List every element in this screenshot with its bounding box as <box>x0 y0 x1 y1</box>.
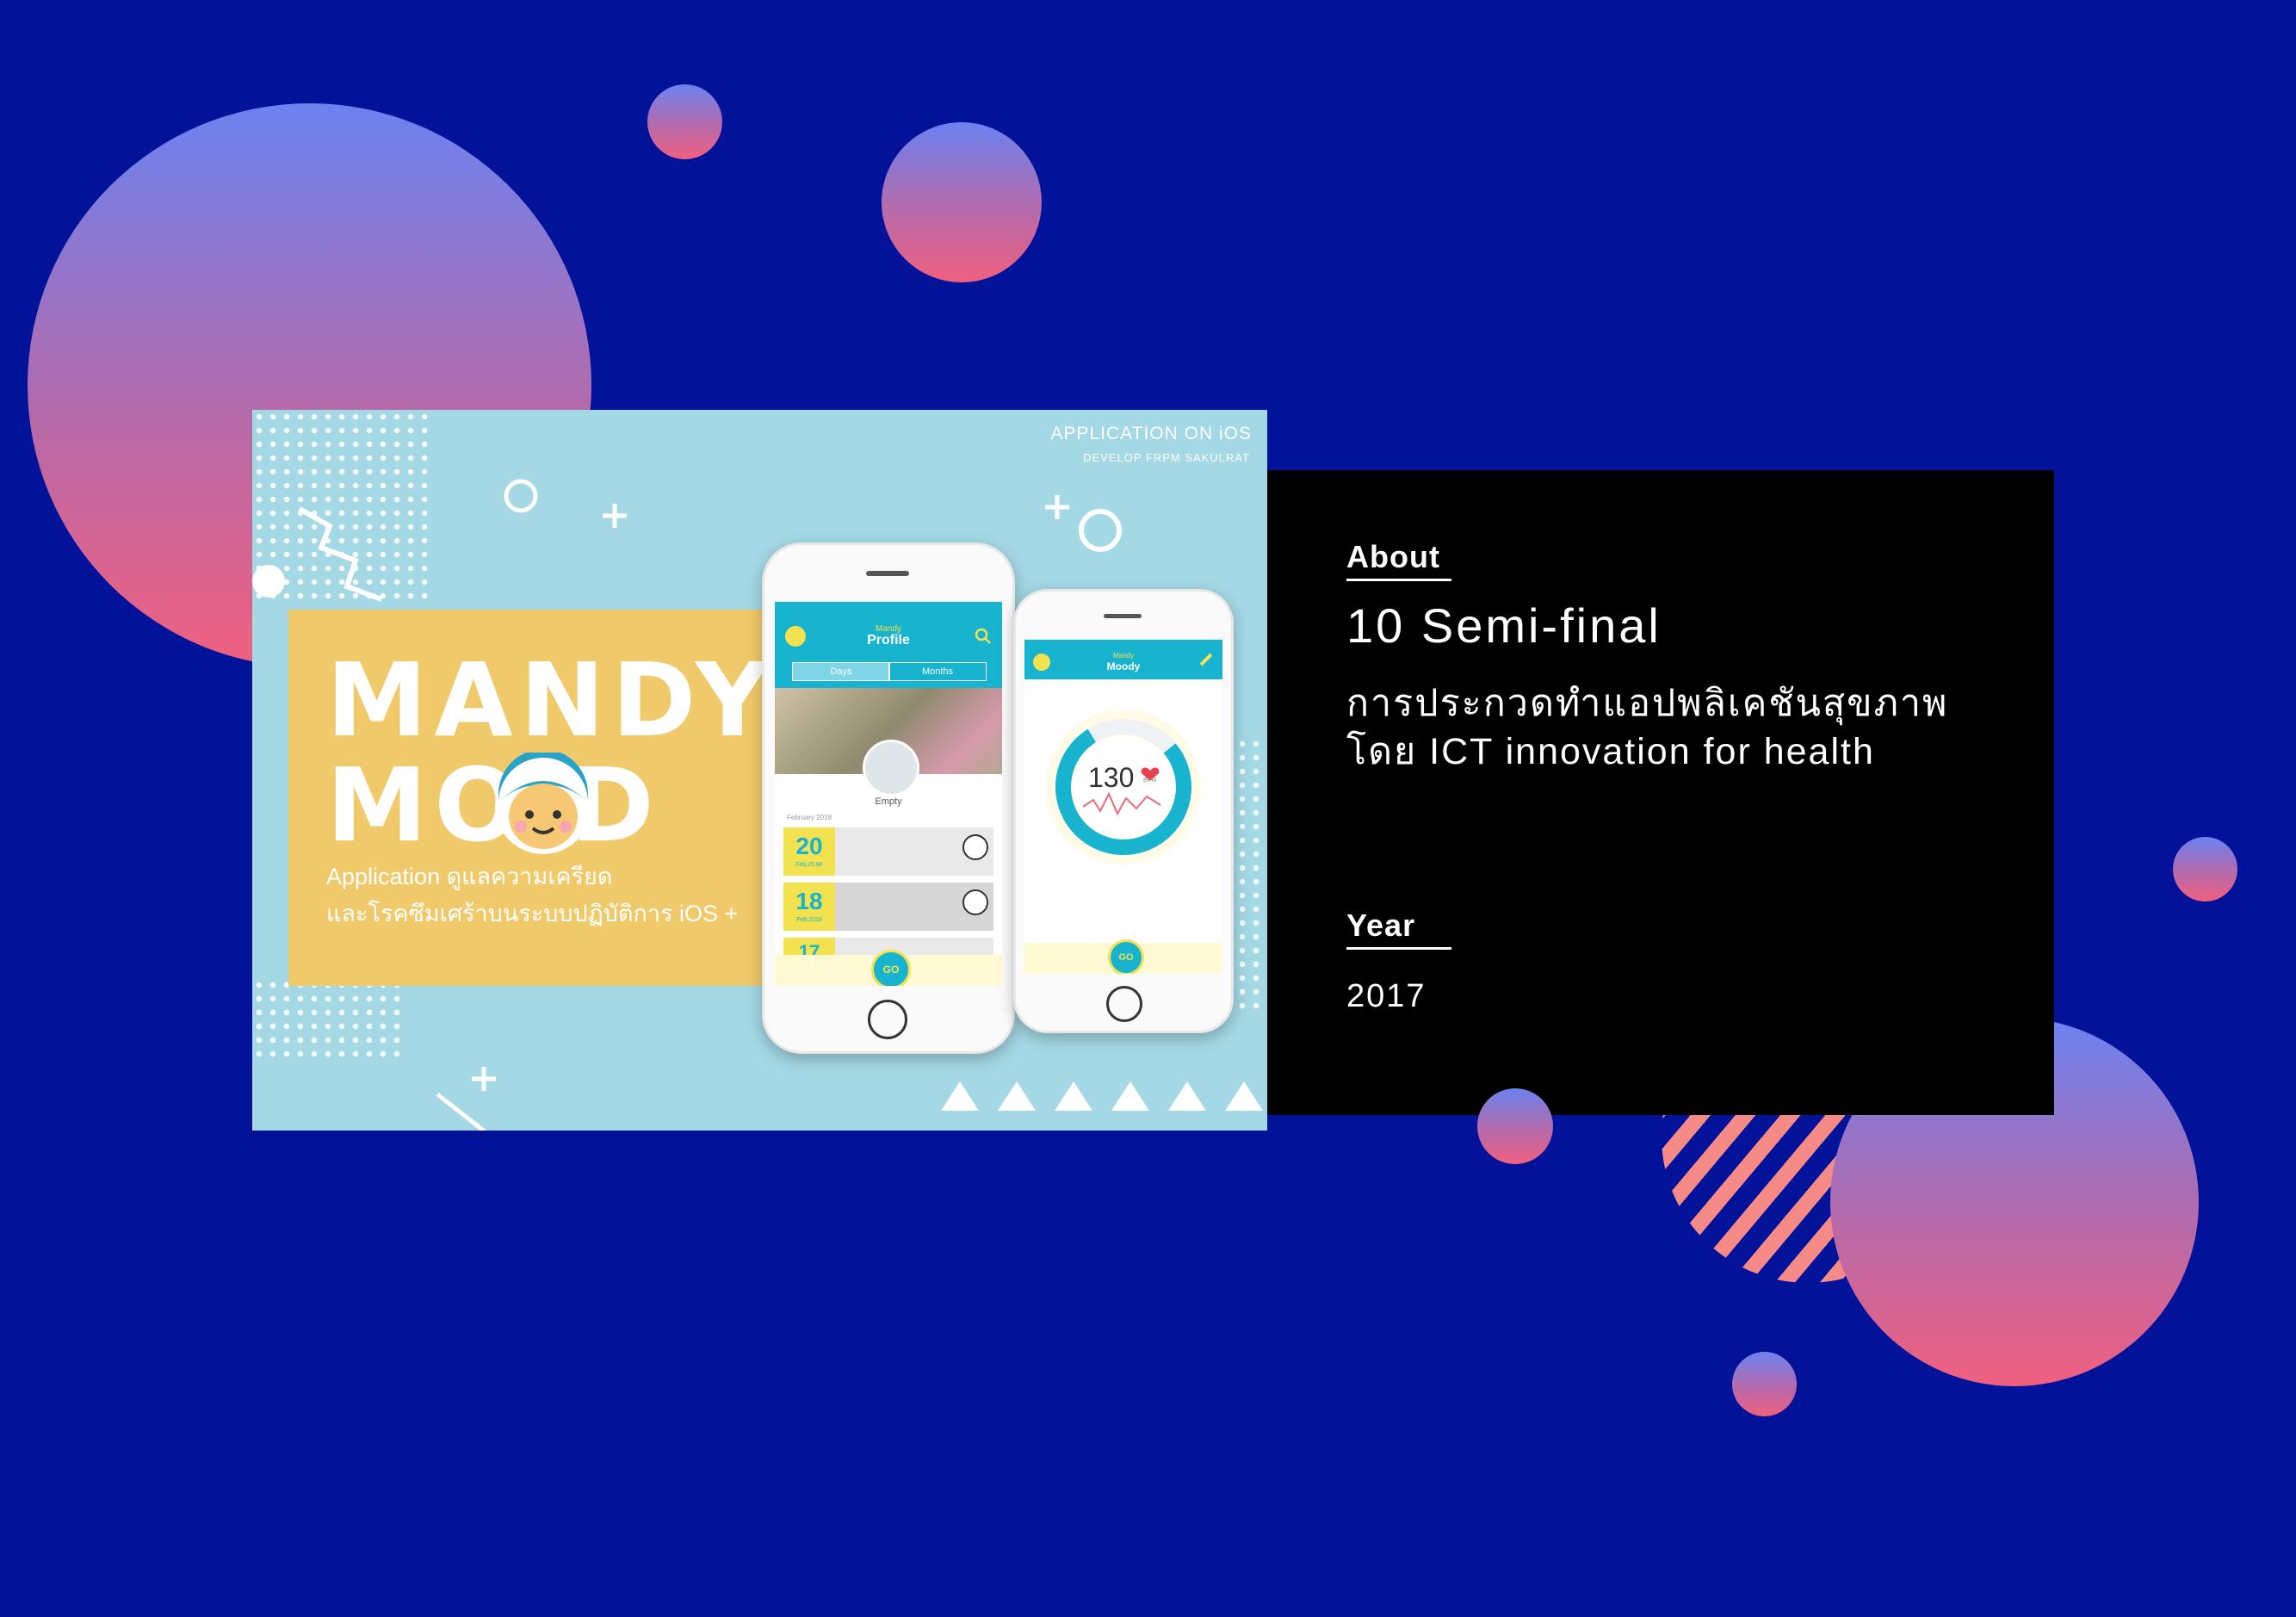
header-app-name: Mandy <box>1112 652 1134 660</box>
entry-sub: Feb,20 MI <box>795 862 823 868</box>
speaker-icon <box>1104 614 1142 618</box>
speaker-icon <box>866 571 909 576</box>
face-mascot-icon <box>495 753 591 854</box>
moody-screen: Mandy Moody 130 BPM GO <box>1024 640 1222 974</box>
phone-mockup-moody: Mandy Moody 130 BPM GO <box>1013 589 1234 1033</box>
award-title: 10 Semi-final <box>1346 598 1662 653</box>
ring-decoration-right <box>1079 509 1122 552</box>
info-panel: About 10 Semi-final การประกวดทำแอปพลิเคช… <box>1267 470 2054 1115</box>
home-button <box>868 1000 907 1039</box>
face-icon <box>962 889 988 915</box>
header-screen-title: Profile <box>867 633 910 647</box>
profile-screen: Mandy Profile Days Months Empty February… <box>775 602 1002 986</box>
plus-decoration <box>603 504 627 528</box>
bpm-value: 130 <box>1088 762 1135 793</box>
dot-pattern-bottom-left <box>252 978 407 1064</box>
ring-decoration <box>504 479 538 513</box>
bg-circle-small-bottom <box>1732 1352 1797 1416</box>
tagline-line1: Application ดูแลความเครียด <box>326 864 613 889</box>
line-decoration <box>436 1093 486 1131</box>
promo-card: APPLICATION ON iOS DEVELOP FRPM SAKULRAT… <box>252 410 1267 1131</box>
year-value: 2017 <box>1346 978 1426 1014</box>
phone-mockup-profile: Mandy Profile Days Months Empty February… <box>762 542 1015 1054</box>
year-label: Year <box>1346 908 1416 943</box>
bg-circle-small-right <box>2173 837 2237 901</box>
tab-months[interactable]: Months <box>888 662 987 681</box>
moody-header <box>1024 640 1222 679</box>
plus-decoration-top-right <box>1045 495 1069 519</box>
list-item[interactable]: 18 Feb,2018 <box>783 883 993 931</box>
triangle-row <box>941 1081 1263 1111</box>
tab-days[interactable]: Days <box>792 662 890 681</box>
entry-day: 18 <box>795 888 823 914</box>
tagline-line2: และโรคซึมเศร้าบนระบบปฏิบัติการ iOS + <box>326 901 739 926</box>
face-icon <box>962 834 988 860</box>
about-underline <box>1346 579 1451 581</box>
app-title-line1: MANDY <box>326 641 777 759</box>
bg-circle-medium-top <box>882 122 1042 282</box>
list-item[interactable]: 20 Feb,20 MI <box>783 827 993 876</box>
year-underline <box>1346 947 1451 950</box>
zigzag-decoration <box>298 506 383 602</box>
entry-sub: Feb,2018 <box>796 917 822 923</box>
developer-label: DEVELOP FRPM SAKULRAT <box>1083 451 1250 464</box>
edit-icon[interactable] <box>1198 652 1214 667</box>
go-button[interactable]: GO <box>1108 939 1144 974</box>
entry-day: 20 <box>795 833 823 859</box>
bg-circle-overlap <box>1477 1088 1553 1164</box>
home-button <box>1106 986 1142 1022</box>
search-icon[interactable] <box>975 628 992 645</box>
header-screen-title: Moody <box>1106 660 1141 672</box>
bg-circle-small-top <box>647 84 722 159</box>
about-label: About <box>1346 539 1440 574</box>
avatar[interactable] <box>863 740 919 796</box>
description-line2: โดย ICT innovation for health <box>1346 731 1875 772</box>
white-dot-left <box>252 565 285 598</box>
bpm-unit: BPM <box>1143 778 1157 784</box>
platform-label: APPLICATION ON iOS <box>1050 424 1252 443</box>
description-line1: การประกวดทำแอปพลิเคชันสุขภาพ <box>1346 683 1949 724</box>
month-label: February 2018 <box>787 814 832 821</box>
plus-decoration-bottom <box>472 1067 496 1091</box>
go-button[interactable]: GO <box>871 950 911 986</box>
profile-name: Empty <box>875 796 902 807</box>
